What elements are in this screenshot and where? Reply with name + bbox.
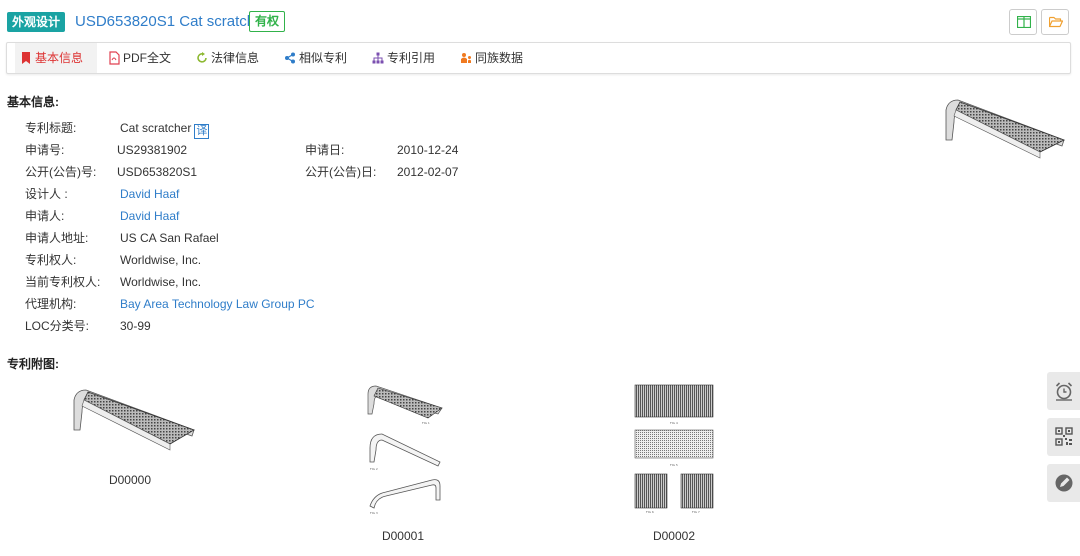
svg-text:FIG 3: FIG 3	[370, 511, 378, 514]
folder-open-icon	[1049, 16, 1063, 28]
info-row-applicant: 申请人: David Haaf	[0, 207, 700, 225]
edit-pencil-icon	[1055, 474, 1073, 492]
value-app-no: US29381902	[117, 143, 188, 157]
info-row-agency: 代理机构: Bay Area Technology Law Group PC	[0, 295, 700, 313]
qr-code-button[interactable]	[1047, 418, 1080, 456]
open-folder-button[interactable]	[1041, 9, 1069, 35]
svg-text:FIG 7: FIG 7	[692, 510, 700, 514]
label-app-date: 申请日:	[305, 143, 345, 157]
alarm-button[interactable]	[1047, 372, 1080, 410]
sitemap-icon	[372, 52, 384, 64]
label-applicant: 申请人:	[25, 209, 65, 223]
section-heading-basic-info: 基本信息:	[7, 95, 59, 109]
label-address: 申请人地址:	[25, 231, 89, 245]
svg-text:FIG 5: FIG 5	[670, 463, 678, 467]
info-row-designer: 设计人 : David Haaf	[0, 185, 700, 203]
svg-text:FIG 2: FIG 2	[370, 467, 378, 471]
info-row-application: 申请号: US29381902 申请日: 2010-12-24	[0, 141, 700, 159]
qr-code-icon	[1055, 427, 1073, 446]
value-title: Cat scratcher 译	[120, 121, 210, 139]
label-current-owner: 当前专利权人:	[25, 275, 101, 289]
value-owner: Worldwise, Inc.	[120, 253, 202, 267]
value-app-date: 2010-12-24	[397, 143, 459, 157]
info-row-title: 专利标题: Cat scratcher 译	[0, 119, 700, 139]
value-address: US CA San Rafael	[120, 231, 219, 245]
agency-link[interactable]: Bay Area Technology Law Group PC	[120, 295, 315, 313]
family-icon	[461, 53, 471, 63]
patent-type-badge: 外观设计	[7, 12, 66, 32]
drawing-caption-d00002: D00002	[652, 529, 696, 543]
translate-button[interactable]: 译	[194, 124, 210, 139]
bookmark-icon	[22, 52, 30, 64]
value-current-owner: Worldwise, Inc.	[120, 275, 202, 289]
layout-toggle-button[interactable]	[1009, 9, 1037, 35]
info-row-current-owner: 当前专利权人: Worldwise, Inc.	[0, 273, 700, 291]
main-drawing-image[interactable]	[940, 96, 1068, 160]
label-app-no: 申请号:	[25, 143, 65, 157]
status-badge: 有权	[249, 11, 286, 32]
label-title: 专利标题:	[25, 121, 77, 135]
tab-bar: 基本信息 PDF全文 法律信息 相似专利 专利引用 同族数据	[6, 42, 1071, 74]
label-pub-no: 公开(公告)号:	[25, 165, 97, 179]
label-pub-date: 公开(公告)日:	[305, 165, 377, 179]
drawing-thumbnail-d00000[interactable]	[70, 386, 198, 452]
tab-basic-info[interactable]: 基本信息	[15, 43, 97, 73]
tab-pdf[interactable]: PDF全文	[103, 43, 183, 73]
edit-note-button[interactable]	[1047, 464, 1080, 502]
svg-text:FIG 6: FIG 6	[646, 510, 654, 514]
page-header: 外观设计 USD653820S1 Cat scratcher 有权	[0, 8, 1080, 36]
info-row-publication: 公开(公告)号: USD653820S1 公开(公告)日: 2012-02-07	[0, 163, 700, 181]
pdf-icon	[109, 51, 120, 65]
info-row-owner: 专利权人: Worldwise, Inc.	[0, 251, 700, 269]
info-row-loc: LOC分类号: 30-99	[0, 317, 700, 335]
value-pub-date: 2012-02-07	[397, 165, 459, 179]
tab-citations[interactable]: 专利引用	[367, 43, 447, 73]
section-heading-drawings: 专利附图:	[7, 357, 59, 371]
drawing-caption-d00000: D00000	[108, 473, 152, 487]
designer-link[interactable]: David Haaf	[120, 185, 179, 203]
drawing-thumbnail-d00001[interactable]: FIG 1 FIG 2 FIG 3	[364, 384, 446, 514]
refresh-icon	[197, 52, 207, 63]
drawing-thumbnail-d00002[interactable]: FIG 4 FIG 5 FIG 6 FIG 7	[632, 382, 716, 514]
drawing-caption-d00001: D00001	[381, 529, 425, 543]
info-row-address: 申请人地址: US CA San Rafael	[0, 229, 700, 247]
label-agency: 代理机构:	[25, 297, 77, 311]
applicant-link[interactable]: David Haaf	[120, 207, 179, 225]
tab-legal-info[interactable]: 法律信息	[191, 43, 271, 73]
svg-text:FIG 1: FIG 1	[422, 421, 430, 425]
columns-icon	[1017, 16, 1031, 28]
patent-title[interactable]: USD653820S1 Cat scratcher	[75, 13, 268, 31]
svg-text:FIG 4: FIG 4	[670, 421, 678, 425]
value-pub-no: USD653820S1	[117, 165, 198, 179]
label-loc: LOC分类号:	[25, 319, 90, 333]
alarm-clock-icon	[1055, 382, 1073, 401]
share-icon	[285, 52, 295, 64]
label-designer: 设计人 :	[25, 187, 68, 201]
label-owner: 专利权人:	[25, 253, 77, 267]
tab-family-data[interactable]: 同族数据	[455, 43, 539, 73]
tab-similar-patents[interactable]: 相似专利	[279, 43, 359, 73]
value-loc: 30-99	[120, 319, 151, 333]
